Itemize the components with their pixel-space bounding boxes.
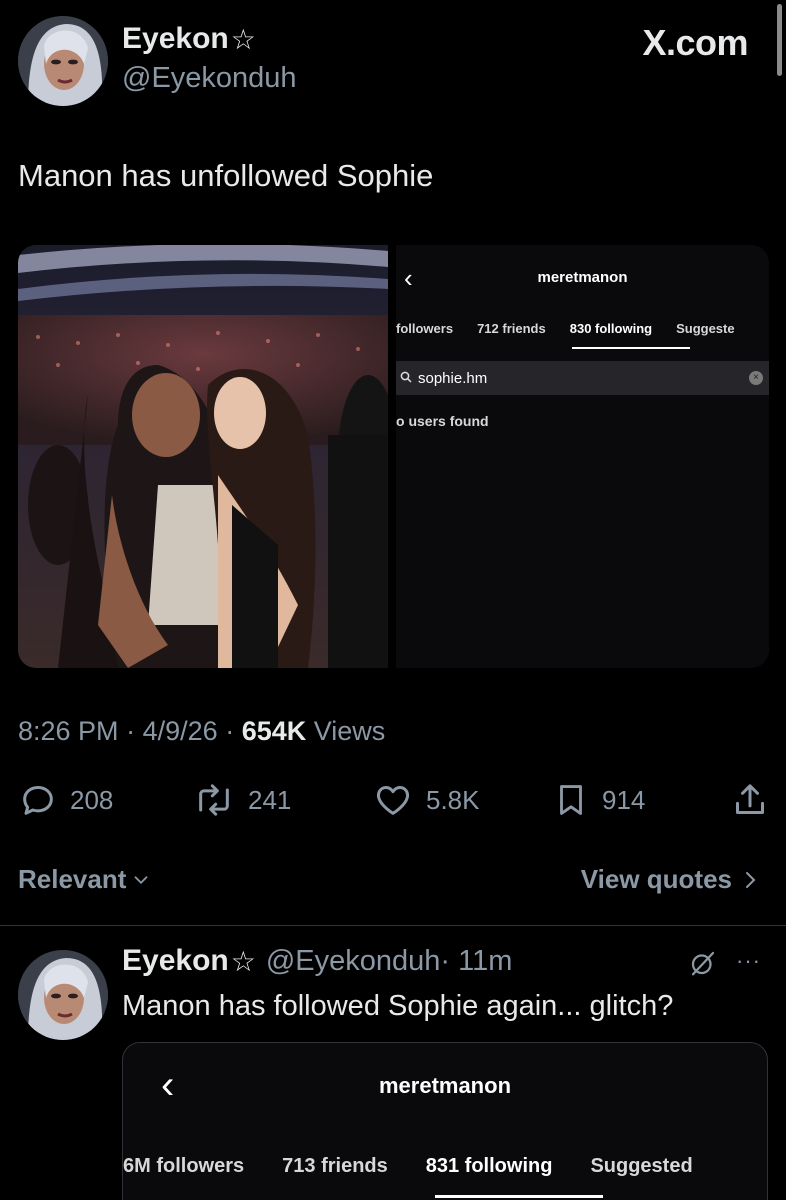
author-name-row[interactable]: Eyekon ☆: [122, 22, 256, 56]
reply-ig-tabs: 6M followers 713 friends 831 following S…: [123, 1155, 712, 1178]
ig-search-value: sophie.hm: [418, 369, 488, 387]
chevron-down-icon: [134, 875, 148, 884]
grok-icon[interactable]: [688, 948, 718, 983]
reply-avatar[interactable]: [18, 950, 108, 1040]
reply-handle[interactable]: @Eyekonduh: [266, 945, 441, 978]
reply-icon: [23, 786, 53, 815]
ig-empty-message: o users found: [396, 413, 489, 429]
ig-tab-followers: followers: [396, 321, 454, 336]
ig-username: meretmanon: [537, 269, 628, 286]
ig-active-tab-underline: [572, 347, 690, 349]
reply-ig-username: meretmanon: [378, 1073, 512, 1098]
views-label[interactable]: Views: [314, 716, 386, 746]
reply-count: 208: [70, 784, 114, 815]
search-icon: [400, 371, 412, 386]
tweet-media[interactable]: ‹ meretmanon followers 712 friends 830 f…: [18, 245, 769, 668]
meta-separator: ·: [225, 716, 235, 746]
more-icon[interactable]: ···: [736, 948, 761, 974]
bookmark-count: 914: [602, 784, 646, 815]
share-icon: [736, 784, 764, 814]
bookmark-button[interactable]: 914: [552, 780, 645, 820]
reply-button[interactable]: 208: [18, 780, 113, 820]
x-com-logo: X.com: [642, 22, 748, 63]
like-button[interactable]: 5.8K: [372, 780, 480, 820]
ig-tab-friends: 712 friends: [477, 321, 546, 336]
meta-separator: ·: [126, 716, 136, 746]
author-display-name[interactable]: Eyekon: [122, 22, 229, 56]
ig-tab-suggested: Suggeste: [676, 321, 735, 336]
repost-icon: [199, 784, 229, 816]
concert-photo[interactable]: [18, 245, 388, 668]
reply-ig-tab-followers: 6M followers: [123, 1155, 245, 1177]
like-count: 5.8K: [426, 784, 480, 815]
reply-display-name[interactable]: Eyekon: [122, 944, 229, 978]
media-divider: [388, 245, 396, 668]
reply-time[interactable]: · 11m: [440, 945, 512, 978]
reply-ig-tab-suggested: Suggested: [590, 1155, 693, 1177]
tweet-time[interactable]: 8:26 PM: [18, 716, 119, 746]
tweet-text: Manon has unfollowed Sophie: [18, 158, 434, 193]
repost-count: 241: [248, 784, 292, 815]
view-quotes-link[interactable]: View quotes: [581, 864, 762, 895]
ig-tabs: followers 712 friends 830 following Sugg…: [396, 321, 747, 336]
reply-text: Manon has followed Sophie again... glitc…: [122, 990, 674, 1022]
scrollbar[interactable]: [777, 4, 782, 76]
reply-author-row[interactable]: Eyekon ☆ @Eyekonduh · 11m: [122, 944, 512, 978]
tweet-actions: 208 241 5.8K 914: [18, 780, 770, 824]
share-button[interactable]: [730, 780, 770, 820]
divider: [0, 925, 786, 926]
star-icon: ☆: [230, 23, 256, 55]
tweet-meta: 8:26 PM · 4/9/26 · 654K Views: [18, 716, 385, 747]
star-icon: ☆: [230, 945, 256, 977]
sort-label: Relevant: [18, 864, 127, 894]
repost-button[interactable]: 241: [192, 780, 291, 820]
author-handle[interactable]: @Eyekonduh: [122, 62, 297, 95]
heart-icon: [376, 786, 410, 815]
tweet-date[interactable]: 4/9/26: [143, 716, 218, 746]
chevron-right-icon: [746, 871, 756, 888]
bookmark-icon: [560, 785, 582, 815]
sort-dropdown[interactable]: Relevant: [18, 864, 152, 895]
reply-ig-tab-following: 831 following: [425, 1155, 553, 1177]
ig-tab-following: 830 following: [569, 321, 653, 336]
instagram-screenshot[interactable]: ‹ meretmanon followers 712 friends 830 f…: [396, 245, 769, 668]
avatar[interactable]: [18, 16, 108, 106]
views-count[interactable]: 654K: [242, 716, 307, 746]
reply-media[interactable]: ‹ meretmanon 6M followers 713 friends 83…: [122, 1042, 768, 1200]
reply-ig-active-tab-underline: [435, 1195, 603, 1198]
clear-icon: ×: [749, 371, 763, 385]
reply-ig-tab-friends: 713 friends: [282, 1155, 388, 1177]
ig-search-field: sophie.hm ×: [396, 361, 769, 395]
view-quotes-label: View quotes: [580, 864, 732, 894]
